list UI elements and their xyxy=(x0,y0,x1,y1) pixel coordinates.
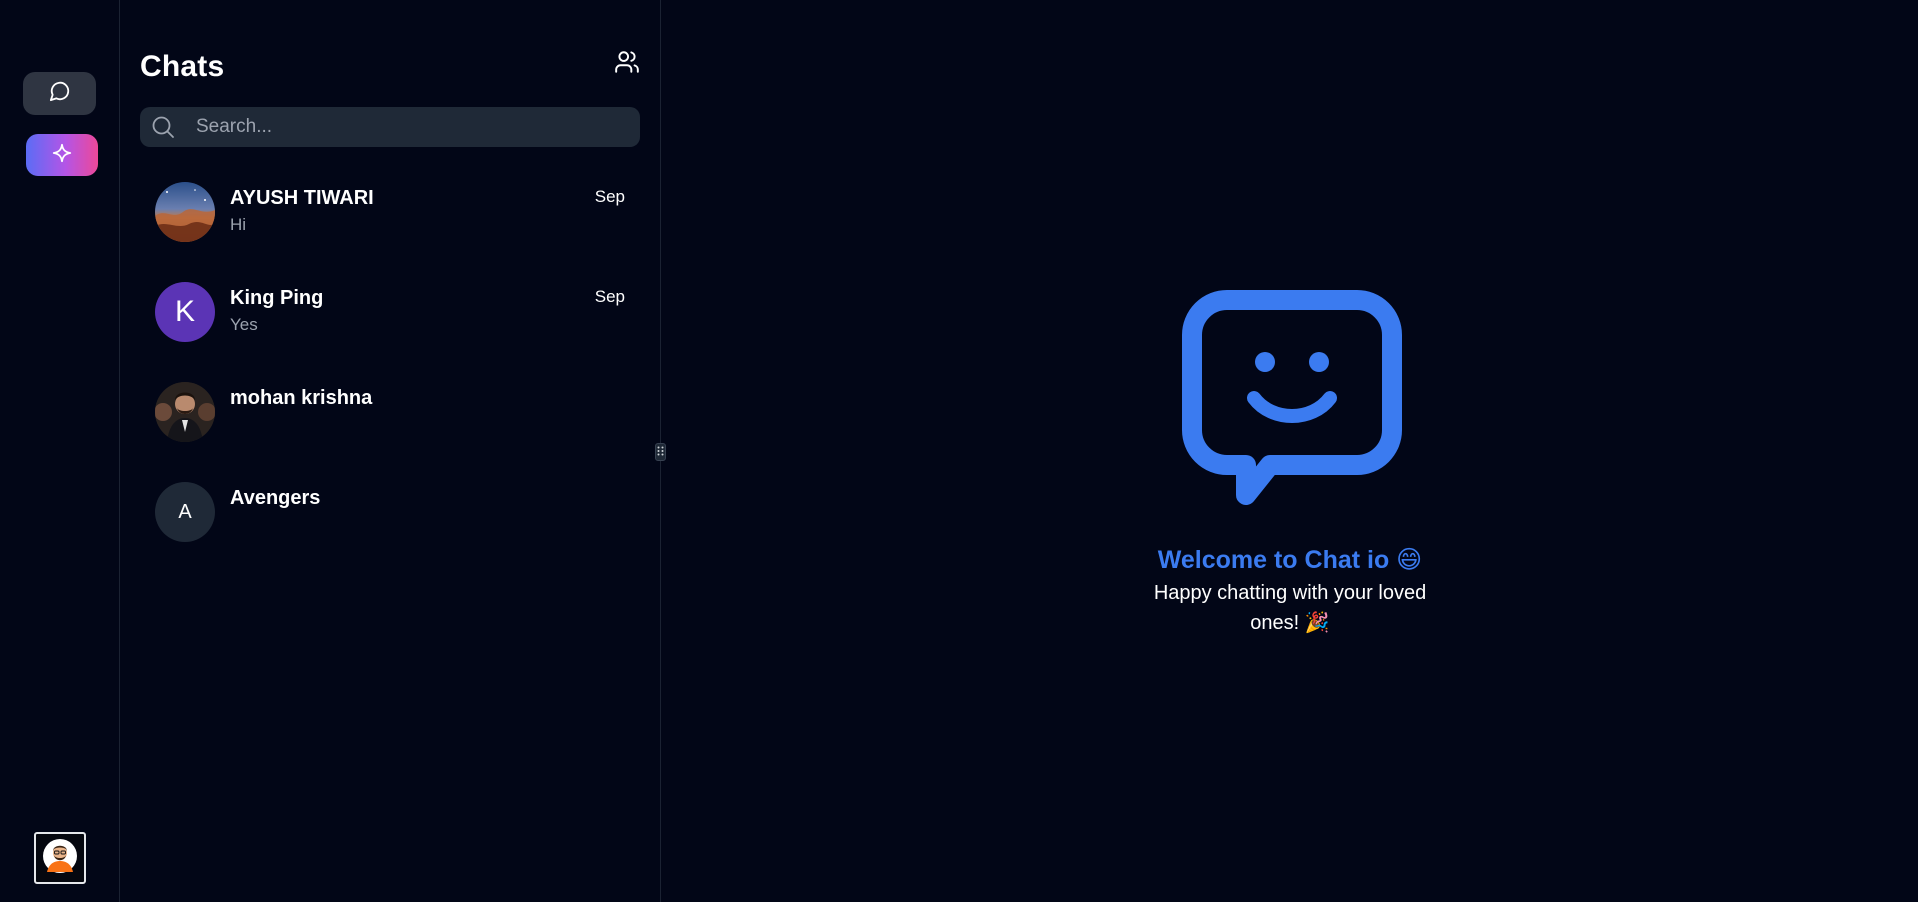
chat-name: Avengers xyxy=(230,487,321,509)
smiley-chat-bubble-icon xyxy=(1182,290,1402,505)
avatar xyxy=(155,382,215,442)
chat-bubble-icon xyxy=(49,80,71,107)
chat-preview: Yes xyxy=(230,315,258,334)
search-input[interactable] xyxy=(196,107,640,147)
chat-item-ayush-tiwari[interactable]: AYUSH TIWARI Hi Sep xyxy=(140,172,640,262)
users-icon xyxy=(614,49,640,80)
search-icon xyxy=(150,114,176,140)
contacts-button[interactable] xyxy=(613,50,641,78)
chat-item-avengers[interactable]: A Avengers xyxy=(140,472,640,562)
chat-name: mohan krishna xyxy=(230,387,373,409)
welcome-subtitle: Happy chatting with your loved ones! 🎉 xyxy=(1153,582,1427,634)
sparkle-icon xyxy=(51,142,73,169)
chat-name: AYUSH TIWARI xyxy=(230,187,374,209)
chat-item-king-ping[interactable]: K King Ping Yes Sep xyxy=(140,272,640,362)
avatar xyxy=(155,182,215,242)
welcome-screen: Welcome to Chat io 😄 Happy chatting with… xyxy=(662,0,1918,902)
app-root: Chats Search... AYUSH TIWARI Hi Sep K Ki… xyxy=(0,0,1918,902)
welcome-title: Welcome to Chat io 😄 xyxy=(1157,546,1423,574)
left-rail xyxy=(0,0,120,902)
page-title: Chats xyxy=(140,50,225,83)
avatar-letter: A xyxy=(178,500,192,523)
avatar: K xyxy=(155,282,215,342)
chats-nav-button[interactable] xyxy=(23,72,96,115)
avatar-letter: K xyxy=(174,295,195,328)
avatar: A xyxy=(155,482,215,542)
chat-date: Sep xyxy=(594,287,625,306)
chat-preview: Hi xyxy=(230,215,247,234)
user-avatar-icon xyxy=(42,838,78,879)
chat-item-mohan-krishna[interactable]: mohan krishna xyxy=(140,372,640,462)
chat-name: King Ping xyxy=(230,287,324,309)
profile-avatar-button[interactable] xyxy=(34,832,86,884)
ai-nav-button[interactable] xyxy=(26,134,98,176)
chat-date: Sep xyxy=(594,187,625,206)
chat-list-panel: Chats Search... AYUSH TIWARI Hi Sep K Ki… xyxy=(121,0,661,902)
search-box xyxy=(140,107,640,147)
